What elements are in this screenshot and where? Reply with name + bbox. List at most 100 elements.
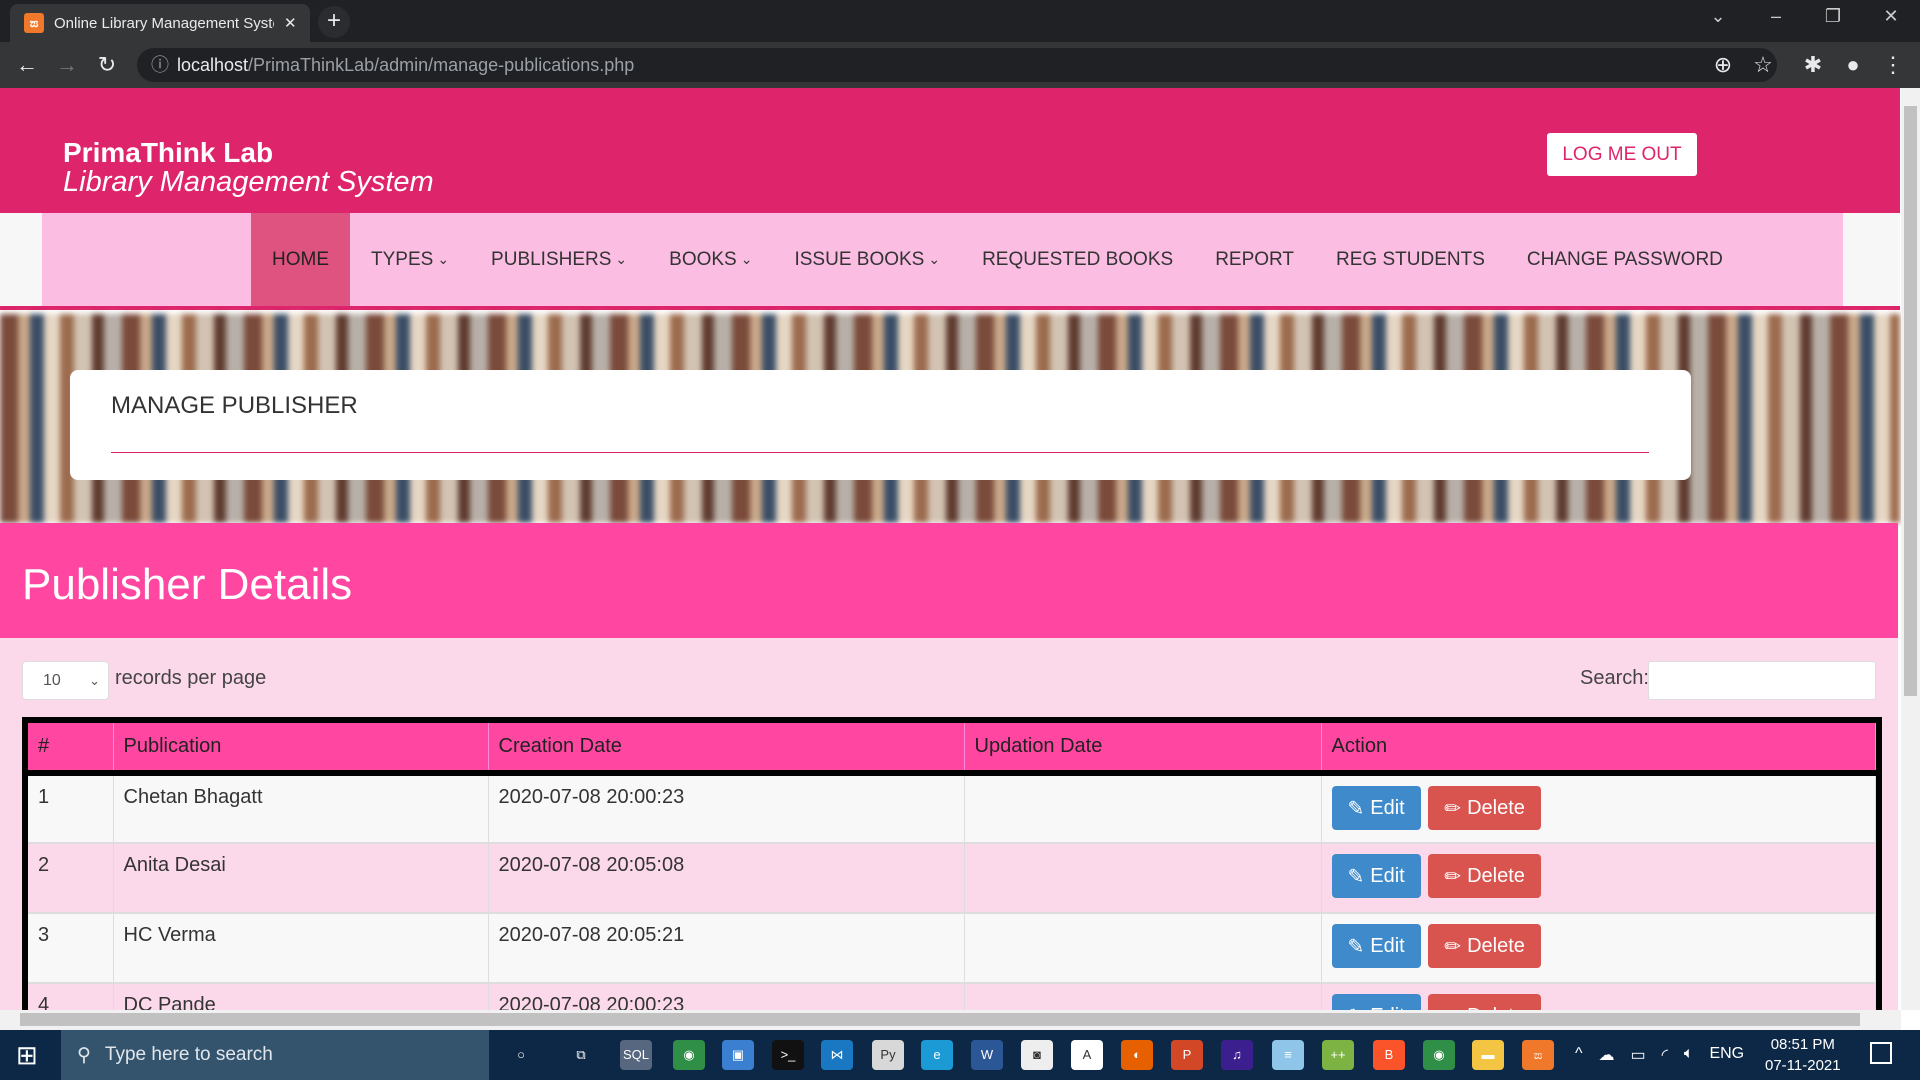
edge-icon[interactable]: e — [921, 1040, 953, 1070]
page-length-value: 10 — [43, 672, 61, 689]
edit-button[interactable]: ✎Edit — [1331, 924, 1421, 968]
python-file-icon[interactable]: Py — [872, 1040, 904, 1070]
pencil-icon: ✏ — [1444, 935, 1462, 958]
volume-icon[interactable]: 🔈︎ — [1684, 1045, 1694, 1065]
chevron-up-icon[interactable]: ^ — [1575, 1045, 1583, 1065]
profile-avatar[interactable]: ● — [1838, 52, 1868, 78]
nav-books[interactable]: BOOKS ⌄ — [648, 213, 773, 306]
brand-name[interactable]: PrimaThink Lab — [63, 137, 273, 169]
chrome-icon[interactable]: ◉ — [673, 1040, 705, 1070]
nav-publishers[interactable]: PUBLISHERS ⌄ — [470, 213, 648, 306]
word-icon[interactable]: W — [971, 1040, 1003, 1070]
updation-date — [964, 843, 1322, 914]
reload-icon[interactable]: ↻ — [92, 52, 122, 78]
sql-icon[interactable]: SQL — [620, 1040, 652, 1070]
records-per-page-label: records per page — [115, 667, 267, 689]
bookmark-star-icon[interactable]: ☆ — [1748, 52, 1778, 78]
edit-label: Edit — [1370, 934, 1405, 957]
onedrive-icon[interactable]: ☁ — [1599, 1045, 1615, 1065]
edit-label: Edit — [1370, 864, 1405, 887]
edit-button[interactable]: ✎Edit — [1331, 786, 1421, 830]
row-number: 3 — [28, 913, 114, 984]
close-tab-icon[interactable]: ✕ — [284, 14, 297, 32]
logout-button[interactable]: LOG ME OUT — [1547, 133, 1697, 176]
records-per-page-select[interactable]: 10 ⌄ — [22, 661, 109, 700]
delete-label: Delete — [1467, 796, 1525, 819]
column-header-updation-date[interactable]: Updation Date — [964, 723, 1322, 773]
nav-label: ISSUE BOOKS — [794, 248, 925, 270]
back-icon[interactable]: ← — [12, 52, 42, 78]
windows-start-icon[interactable]: ⊞ — [16, 1040, 38, 1071]
url-host: localhost — [177, 55, 249, 75]
nav-label: TYPES — [371, 248, 434, 270]
nav-requested-books[interactable]: REQUESTED BOOKS — [961, 213, 1194, 306]
nav-label: CHANGE PASSWORD — [1526, 248, 1723, 270]
delete-button[interactable]: ✏Delete — [1428, 924, 1541, 968]
column-header-action[interactable]: Action — [1321, 723, 1876, 773]
column-header-publication[interactable]: Publication — [113, 723, 489, 773]
forward-icon[interactable]: → — [52, 52, 82, 78]
amazon-music-icon[interactable]: ♫ — [1221, 1040, 1253, 1070]
chevron-down-icon: ⌄ — [928, 251, 941, 267]
terminal-icon[interactable]: >_ — [772, 1040, 804, 1070]
app-icon[interactable]: A — [1071, 1040, 1103, 1070]
wifi-icon[interactable]: ◜ — [1662, 1045, 1668, 1065]
nav-issue-books[interactable]: ISSUE BOOKS ⌄ — [773, 213, 961, 306]
column-header-creation-date[interactable]: Creation Date — [488, 723, 965, 773]
edit-button[interactable]: ✎Edit — [1331, 854, 1421, 898]
notepad-icon[interactable]: ≡ — [1272, 1040, 1304, 1070]
restore-button[interactable]: ❐ — [1813, 6, 1853, 27]
browser-tab[interactable]: ಙ Online Library Management System ✕ — [10, 4, 310, 42]
nav-label: BOOKS — [669, 248, 737, 270]
updation-date — [964, 773, 1322, 844]
nav-change-password[interactable]: CHANGE PASSWORD — [1506, 213, 1744, 306]
camera-icon[interactable]: ◙ — [1021, 1040, 1053, 1070]
extensions-icon[interactable]: ✱ — [1798, 52, 1828, 78]
minimize-button[interactable]: – — [1756, 6, 1796, 27]
section-title: Publisher Details — [22, 560, 353, 609]
zoom-icon[interactable]: ⊕ — [1708, 52, 1738, 78]
nav-home[interactable]: HOME — [251, 213, 350, 306]
table-row: 2 Anita Desai 2020-07-08 20:05:08 ✎ Edit ✏ De… — [28, 843, 1876, 914]
column-header-number[interactable]: # — [28, 723, 114, 773]
vertical-scroll-thumb[interactable] — [1904, 106, 1917, 696]
vscode-icon[interactable]: ⋈ — [821, 1040, 853, 1070]
nav-types[interactable]: TYPES ⌄ — [350, 213, 470, 306]
row-actions: ✎Edit ✏Delete — [1321, 843, 1876, 914]
nav-reg-students[interactable]: REG STUDENTS — [1315, 213, 1506, 306]
publishers-table: # Publication Creation Date Updation Dat… — [22, 717, 1882, 1017]
search-icon: ⚲ — [77, 1044, 91, 1066]
powerpoint-icon[interactable]: P — [1171, 1040, 1203, 1070]
file-explorer-icon[interactable]: ▬ — [1472, 1040, 1504, 1070]
horizontal-scroll-thumb[interactable] — [20, 1013, 1860, 1026]
notifications-icon[interactable] — [1870, 1042, 1892, 1064]
clock[interactable]: 08:51 PM 07-11-2021 — [1765, 1034, 1841, 1076]
delete-button[interactable]: ✏Delete — [1428, 854, 1541, 898]
nav-report[interactable]: REPORT — [1194, 213, 1315, 306]
tab-search-icon[interactable]: ⌄ — [1698, 6, 1738, 27]
firefox-icon[interactable]: ◐ — [1121, 1040, 1153, 1070]
language-indicator[interactable]: ENG — [1709, 1045, 1744, 1065]
close-window-button[interactable]: ✕ — [1871, 6, 1911, 27]
new-tab-button[interactable]: + — [318, 6, 350, 38]
cortana-icon[interactable]: ○ — [505, 1040, 537, 1070]
task-view-icon[interactable]: ⧉ — [565, 1040, 597, 1070]
brand-subtitle: Library Management System — [63, 166, 434, 198]
xampp-icon[interactable]: ಙ — [1522, 1040, 1554, 1070]
search-input[interactable] — [1648, 661, 1876, 700]
notepad-plus-icon[interactable]: ++ — [1322, 1040, 1354, 1070]
menu-icon[interactable]: ⋮ — [1878, 52, 1908, 78]
edit-label: Edit — [1370, 796, 1405, 819]
taskbar-search[interactable]: ⚲ Type here to search — [61, 1030, 489, 1080]
chrome-profile-icon[interactable]: ◉ — [1423, 1040, 1455, 1070]
date: 07-11-2021 — [1765, 1057, 1841, 1074]
brave-icon[interactable]: B — [1373, 1040, 1405, 1070]
remote-desktop-icon[interactable]: ▣ — [722, 1040, 754, 1070]
edit-icon: ✎ — [1347, 797, 1365, 820]
delete-label: Delete — [1467, 934, 1525, 957]
delete-button[interactable]: ✏Delete — [1428, 786, 1541, 830]
address-bar[interactable]: ⓘ localhost/PrimaThinkLab/admin/manage-pu… — [137, 48, 1777, 82]
nav-label: REPORT — [1215, 248, 1295, 270]
nav-label: PUBLISHERS — [491, 248, 612, 270]
battery-icon[interactable]: ▭ — [1631, 1045, 1646, 1065]
